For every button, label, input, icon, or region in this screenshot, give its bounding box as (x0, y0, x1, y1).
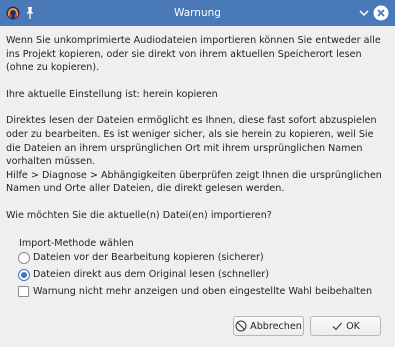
checkmark-icon (332, 322, 342, 331)
close-icon[interactable] (373, 5, 389, 21)
option-copy-files[interactable]: Dateien vor der Bearbeitung kopieren (si… (18, 250, 264, 265)
import-method-title: Import-Methode wählen (19, 238, 134, 249)
message-text: Wenn Sie unkomprimierte Audiodateien imp… (6, 34, 390, 236)
option-copy-files-label[interactable]: Dateien vor der Bearbeitung kopieren (si… (33, 250, 264, 265)
cancel-button[interactable]: Abbrechen (233, 316, 304, 336)
message-paragraph-direct-read: Direktes lesen der Dateien ermöglicht es… (6, 115, 377, 168)
radio-read-direct[interactable] (18, 268, 30, 281)
radio-copy-files[interactable] (18, 251, 30, 264)
dont-warn-option[interactable]: Warnung nicht mehr anzeigen und oben ein… (18, 284, 372, 299)
ok-button[interactable]: OK (310, 316, 381, 336)
option-read-direct[interactable]: Dateien direkt aus dem Original lesen (s… (18, 267, 269, 282)
message-paragraph-help: Hilfe > Diagnose > Abhängigkeiten überpr… (6, 169, 382, 195)
dont-warn-label[interactable]: Warnung nicht mehr anzeigen und oben ein… (33, 284, 372, 299)
cancel-icon (235, 320, 247, 332)
option-read-direct-label[interactable]: Dateien direkt aus dem Original lesen (s… (33, 267, 269, 282)
title-bar[interactable]: Warnung (0, 0, 395, 26)
message-paragraph-current-setting: Ihre aktuelle Einstellung ist: herein ko… (6, 88, 218, 100)
message-paragraph-intro: Wenn Sie unkomprimierte Audiodateien imp… (6, 35, 381, 74)
window-title: Warnung (174, 7, 221, 19)
message-paragraph-question: Wie möchten Sie die aktuelle(n) Datei(en… (6, 209, 272, 221)
dont-warn-checkbox[interactable] (18, 286, 29, 297)
warning-dialog: Warnung Wenn Sie unkomprimierte Audiodat… (0, 0, 395, 347)
cancel-button-label: Abbrechen (250, 320, 302, 332)
ok-button-label: OK (346, 320, 360, 332)
chevron-down-icon[interactable] (358, 8, 370, 18)
